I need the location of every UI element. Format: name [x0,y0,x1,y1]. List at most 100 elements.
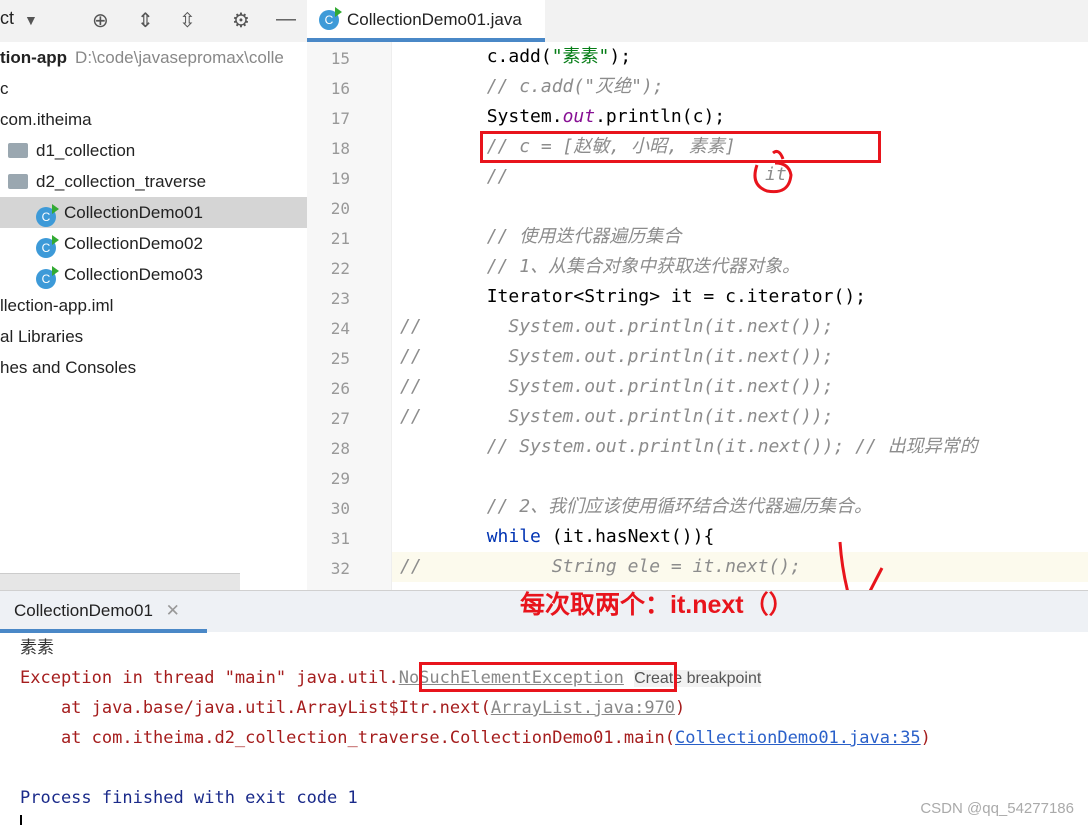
code-token: c.add( [400,46,552,67]
expand-all-icon[interactable]: ⇕ [137,8,154,33]
stack-close: ) [675,698,686,718]
class-icon: C [36,235,59,258]
tree-item[interactable]: C CollectionDemo03 [0,259,307,290]
editor-tabbar: C CollectionDemo01.java ✕ [307,0,1088,69]
tree-item-label: c [0,79,9,98]
line-number: 30 [330,499,350,518]
code-token: // System.out.println(it.next()); [400,376,834,397]
code-line[interactable]: // String ele = it.next(); [400,552,801,582]
class-icon: C [319,7,342,30]
tree-item[interactable]: C CollectionDemo02 [0,228,307,259]
watermark: CSDN @qq_54277186 [920,800,1074,817]
code-token: // System.out.println(it.next()); // 出现异… [400,436,978,457]
tab-label: CollectionDemo01.java [347,10,522,29]
code-line[interactable]: System.out.println(c); [400,102,725,132]
tree-item-label: d2_collection_traverse [36,172,207,191]
tree-item-label: llection-app.iml [0,296,114,315]
console-stack-line: at com.itheima.d2_collection_traverse.Co… [20,723,931,753]
minimize-icon[interactable]: — [276,8,296,31]
console-stack-line: at java.base/java.util.ArrayList$Itr.nex… [20,693,685,723]
console-exit-line: Process finished with exit code 1 [20,788,358,808]
code-line[interactable]: c.add("素素"); [400,42,631,72]
code-token: // System.out.println(it.next()); [400,346,834,367]
code-line[interactable]: // System.out.println(it.next()); [400,402,833,432]
line-number: 31 [330,529,350,548]
tree-item[interactable]: al Libraries [0,321,307,352]
code-token: // System.out.println(it.next()); [400,316,834,337]
tree-item-label: CollectionDemo03 [64,265,203,284]
project-path: D:\code\javasepromax\colle [75,48,284,67]
line-number: 22 [330,259,350,278]
tree-item[interactable]: C CollectionDemo01 [0,197,307,228]
stack-link[interactable]: ArrayList.java:970 [491,698,675,718]
line-number: 26 [330,379,350,398]
console-output: 素素 [20,638,54,657]
exception-text: Exception in thread "main" java.util. [20,668,399,688]
annotation-box-comment [480,131,881,163]
horizontal-scrollbar[interactable] [0,573,240,590]
code-token: .println(c); [595,106,726,127]
code-line[interactable]: while (it.hasNext()){ [400,522,715,552]
tab-collectiondemo01-java[interactable]: C CollectionDemo01.java ✕ [307,0,545,69]
code-token: out [562,106,596,127]
code-line[interactable]: // 1、从集合对象中获取迭代器对象。 [400,252,800,282]
annotation-circle [753,150,793,194]
code-line[interactable]: // [400,162,509,192]
project-toolbar: ct ▼ ⊕ ⇕ ⇳ ⚙ — [0,0,307,42]
chevron-down-icon[interactable]: ▼ [24,12,38,28]
tree-item[interactable]: d1_collection [0,135,307,166]
line-number: 16 [330,79,350,98]
tree-item[interactable]: llection-app.iml [0,290,307,321]
tree-item[interactable]: tion-app D:\code\javasepromax\colle [0,42,307,73]
tree-item-label: al Libraries [0,327,84,346]
code-token: // System.out.println(it.next()); [400,406,834,427]
stack-text: at com.itheima.d2_collection_traverse.Co… [20,728,676,748]
line-number: 25 [330,349,350,368]
tree-item-label: CollectionDemo02 [64,234,203,253]
line-number: 21 [330,229,350,248]
code-token: ); [609,46,632,67]
code-token: Iterator<String> it = c.iterator(); [400,286,866,307]
text-cursor [20,815,22,825]
tree-item[interactable]: hes and Consoles [0,352,307,383]
project-panel: ct ▼ ⊕ ⇕ ⇳ ⚙ — tion-app D:\code\javasepro… [0,0,307,590]
run-panel: CollectionDemo01 ✕ 素素 Exception in threa… [0,590,1088,825]
line-number: 24 [330,319,350,338]
code-line[interactable]: // System.out.println(it.next()); [400,312,833,342]
code-line[interactable]: // 使用迭代器遍历集合 [400,222,682,252]
folder-icon [8,143,28,158]
close-icon[interactable]: ✕ [166,601,180,620]
code-token: // c.add("灭绝"); [400,76,664,97]
tree-item[interactable]: com.itheima [0,104,307,135]
stack-text: at java.base/java.util.ArrayList$Itr.nex… [20,698,491,718]
tab-run-collectiondemo01[interactable]: CollectionDemo01 ✕ [0,591,207,633]
code-line[interactable]: // 2、我们应该使用循环结合迭代器遍历集合。 [400,492,872,522]
project-view-label[interactable]: ct [0,8,14,29]
tree-item[interactable]: d2_collection_traverse [0,166,307,197]
code-token: // 使用迭代器遍历集合 [400,226,682,247]
class-icon: C [36,204,59,227]
code-token: (it.hasNext()){ [540,526,715,547]
locate-icon[interactable]: ⊕ [92,8,109,33]
code-token: "素素" [551,46,610,67]
code-token: // 2、我们应该使用循环结合迭代器遍历集合。 [400,496,873,517]
code-line[interactable]: // System.out.println(it.next()); [400,372,833,402]
line-number: 19 [330,169,350,188]
annotation-next-text: 每次取两个：it.next（） [520,591,794,619]
code-line[interactable]: // c.add("灭绝"); [400,72,664,102]
tree-item-label: com.itheima [0,110,92,129]
gear-icon[interactable]: ⚙ [232,8,250,33]
code-line[interactable]: // System.out.println(it.next()); [400,342,833,372]
stack-close: ) [920,728,931,748]
code-token: // [400,166,509,187]
stack-link[interactable]: CollectionDemo01.java:35 [675,728,921,748]
line-number: 32 [330,559,350,578]
code-line[interactable]: // System.out.println(it.next()); // 出现异… [400,432,978,462]
line-number: 17 [330,109,350,128]
code-line[interactable]: Iterator<String> it = c.iterator(); [400,282,866,312]
folder-icon [8,174,28,189]
line-number: 27 [330,409,350,428]
collapse-all-icon[interactable]: ⇳ [179,8,196,33]
line-number: 20 [330,199,350,218]
tree-item[interactable]: c [0,73,307,104]
